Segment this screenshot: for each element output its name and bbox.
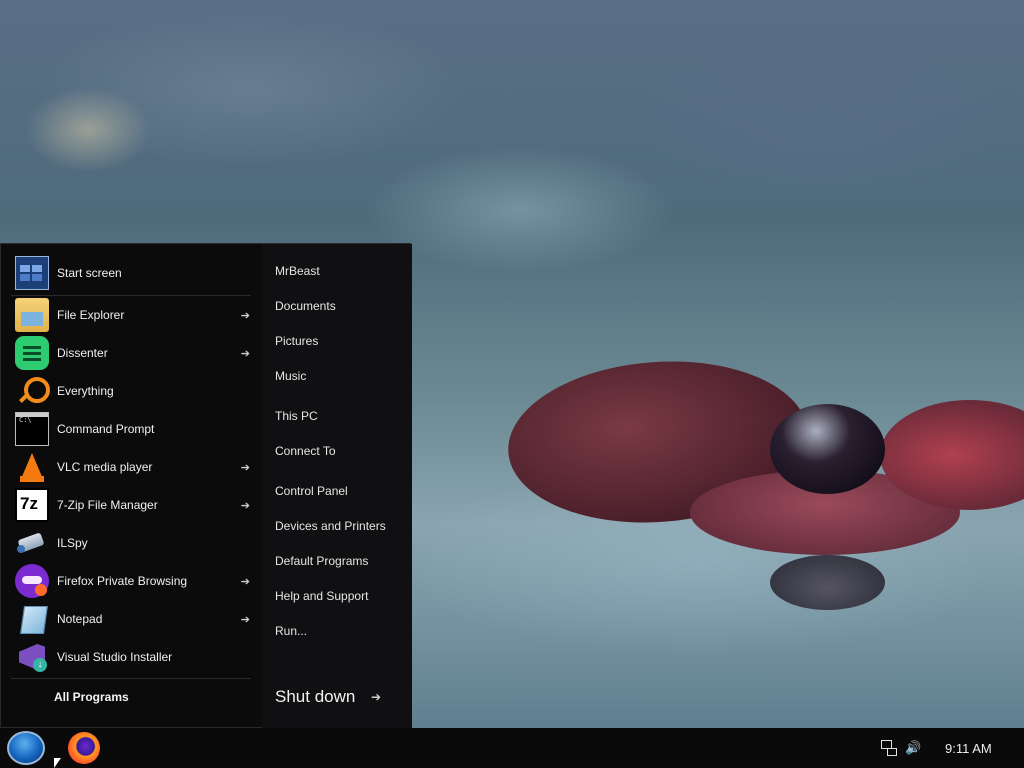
start-menu-programs: Start screen File Explorer ➔ Dissenter ➔… bbox=[1, 244, 262, 729]
place-music[interactable]: Music bbox=[275, 369, 306, 383]
place-run[interactable]: Run... bbox=[275, 624, 307, 638]
place-pictures[interactable]: Pictures bbox=[275, 334, 318, 348]
app-command-prompt[interactable]: Command Prompt bbox=[11, 411, 256, 447]
app-vlc[interactable]: VLC media player ➔ bbox=[11, 449, 256, 485]
app-label: VLC media player bbox=[57, 460, 153, 474]
app-notepad[interactable]: Notepad ➔ bbox=[11, 601, 256, 637]
app-7zip[interactable]: 7-Zip File Manager ➔ bbox=[11, 487, 256, 523]
volume-icon[interactable]: 🔊 bbox=[905, 740, 921, 756]
app-visual-studio-installer[interactable]: Visual Studio Installer bbox=[11, 639, 256, 675]
submenu-arrow-icon[interactable]: ➔ bbox=[241, 613, 250, 626]
app-label: Start screen bbox=[57, 266, 122, 280]
ilspy-icon bbox=[15, 526, 49, 560]
submenu-arrow-icon[interactable]: ➔ bbox=[241, 309, 250, 322]
app-label: Everything bbox=[57, 384, 114, 398]
shutdown-button[interactable]: Shut down bbox=[275, 687, 355, 707]
submenu-arrow-icon[interactable]: ➔ bbox=[241, 461, 250, 474]
app-dissenter[interactable]: Dissenter ➔ bbox=[11, 335, 256, 371]
app-ilspy[interactable]: ILSpy bbox=[11, 525, 256, 561]
place-documents[interactable]: Documents bbox=[275, 299, 336, 313]
submenu-arrow-icon[interactable]: ➔ bbox=[241, 575, 250, 588]
all-programs-button[interactable]: All Programs bbox=[54, 690, 129, 704]
place-devices-printers[interactable]: Devices and Printers bbox=[275, 519, 386, 533]
app-label: File Explorer bbox=[57, 308, 125, 322]
app-firefox-private[interactable]: Firefox Private Browsing ➔ bbox=[11, 563, 256, 599]
place-connect-to[interactable]: Connect To bbox=[275, 444, 336, 458]
everything-search-icon bbox=[15, 374, 50, 408]
app-label: 7-Zip File Manager bbox=[57, 498, 158, 512]
start-menu: Start screen File Explorer ➔ Dissenter ➔… bbox=[0, 243, 412, 729]
firefox-private-icon bbox=[15, 564, 49, 598]
mouse-cursor-icon bbox=[54, 758, 61, 768]
7zip-icon bbox=[15, 488, 49, 522]
command-prompt-icon bbox=[15, 412, 49, 446]
shutdown-options-arrow-icon[interactable]: ➔ bbox=[371, 690, 381, 704]
place-control-panel[interactable]: Control Panel bbox=[275, 484, 348, 498]
taskbar: 🔊 9:11 AM bbox=[0, 728, 1024, 768]
submenu-arrow-icon[interactable]: ➔ bbox=[241, 499, 250, 512]
file-explorer-icon bbox=[15, 298, 49, 332]
start-orb-button[interactable] bbox=[7, 731, 45, 765]
place-user-folder[interactable]: MrBeast bbox=[275, 264, 320, 278]
app-label: Firefox Private Browsing bbox=[57, 574, 188, 588]
app-label: Dissenter bbox=[57, 346, 108, 360]
separator bbox=[11, 678, 251, 679]
app-everything[interactable]: Everything bbox=[11, 373, 256, 409]
app-label: ILSpy bbox=[57, 536, 88, 550]
place-this-pc[interactable]: This PC bbox=[275, 409, 318, 423]
app-file-explorer[interactable]: File Explorer ➔ bbox=[11, 297, 256, 333]
firefox-taskbar-button[interactable] bbox=[68, 732, 100, 764]
submenu-arrow-icon[interactable]: ➔ bbox=[241, 347, 250, 360]
start-screen-icon bbox=[15, 256, 49, 290]
app-start-screen[interactable]: Start screen bbox=[11, 255, 256, 291]
app-label: Command Prompt bbox=[57, 422, 155, 436]
app-label: Notepad bbox=[57, 612, 103, 626]
notepad-icon bbox=[15, 602, 49, 636]
system-clock[interactable]: 9:11 AM bbox=[945, 741, 992, 756]
wallpaper-water-drop bbox=[770, 404, 885, 494]
dissenter-icon bbox=[15, 336, 49, 370]
app-label: Visual Studio Installer bbox=[57, 650, 173, 664]
network-icon[interactable] bbox=[881, 740, 897, 756]
separator bbox=[11, 295, 251, 296]
vlc-icon bbox=[15, 450, 49, 484]
visual-studio-installer-icon bbox=[15, 640, 49, 674]
place-help-support[interactable]: Help and Support bbox=[275, 589, 368, 603]
start-menu-places: MrBeast Documents Pictures Music This PC… bbox=[262, 244, 412, 729]
place-default-programs[interactable]: Default Programs bbox=[275, 554, 368, 568]
wallpaper-reflection bbox=[770, 555, 885, 610]
